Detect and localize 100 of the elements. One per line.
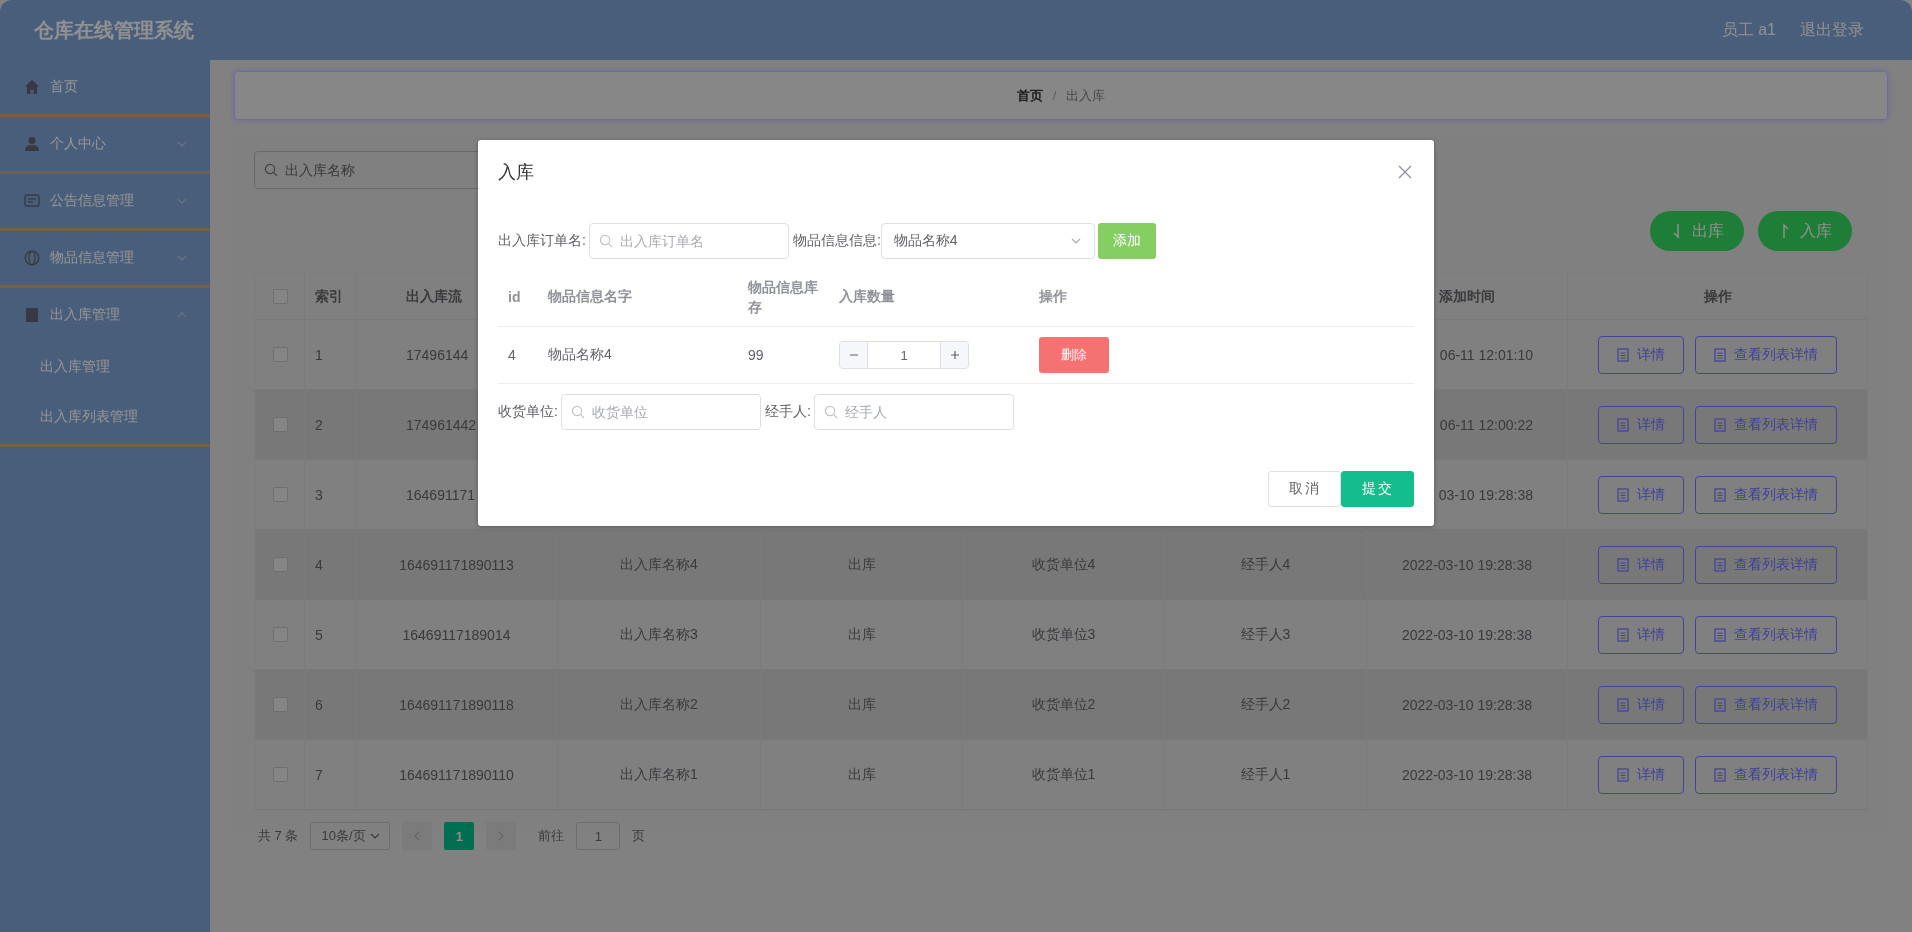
table-cell: 2 (315, 416, 323, 433)
book-icon (24, 307, 40, 323)
document-icon (1617, 487, 1629, 502)
menu-item[interactable]: 个人中心 (0, 117, 210, 171)
search-icon (570, 405, 585, 419)
field-label: 经手人: (764, 403, 811, 421)
select-field[interactable]: 物品名称4 (880, 223, 1095, 259)
detail-button[interactable]: 详情 (1598, 615, 1684, 654)
breadcrumb-item[interactable]: 首页 (1016, 86, 1043, 105)
decrement-button[interactable] (840, 342, 868, 368)
document-icon (1714, 417, 1726, 432)
table-cell: 收货单位1 (1031, 765, 1096, 784)
input-field[interactable]: 收货单位 (560, 394, 761, 430)
stock-in-button[interactable]: 入库 (1758, 211, 1852, 251)
document-icon (1714, 627, 1726, 642)
logout-link[interactable]: 退出登录 (1800, 19, 1864, 41)
message-icon (24, 193, 40, 209)
table-cell: 03-10 19:28:38 (1438, 486, 1533, 503)
detail-button[interactable]: 查看列表详情 (1695, 755, 1837, 794)
close-button[interactable] (1398, 165, 1412, 179)
document-icon (1714, 697, 1726, 712)
search-icon (823, 405, 838, 419)
table-cell: 2022-03-10 19:28:38 (1402, 696, 1532, 713)
table-cell: 出库 (847, 555, 876, 574)
menu-item[interactable]: 出入库管理 (0, 288, 210, 342)
table-cell: 164691171890118 (399, 696, 514, 713)
table-cell: 5 (315, 626, 323, 643)
input-field[interactable]: 出入库订单名 (588, 223, 789, 259)
table-cell: 收货单位3 (1031, 625, 1096, 644)
column-header: 操作 (1703, 287, 1732, 306)
table-cell: 2022-03-10 19:28:38 (1402, 556, 1532, 573)
total-count: 共 7 条 (258, 827, 299, 845)
column-header: 索引 (315, 287, 343, 306)
table-cell: 1 (315, 346, 323, 363)
table-cell: 3 (315, 486, 323, 503)
table-cell: 4 (315, 556, 323, 573)
page-size-select[interactable]: 10条/页 (310, 822, 391, 850)
document-icon (1617, 557, 1629, 572)
table-cell: 出入库名称2 (620, 695, 698, 714)
column-header: 操作 (1039, 288, 1067, 306)
column-header: 物品信息库存 (748, 278, 819, 317)
column-header: 物品信息名字 (548, 288, 632, 306)
menu-item[interactable]: 公告信息管理 (0, 174, 210, 228)
table-cell: 164691171890113 (399, 556, 514, 573)
column-header: id (508, 289, 521, 305)
table-cell: 6 (315, 696, 323, 713)
input-field[interactable]: 经手人 (813, 394, 1014, 430)
table-cell: 物品名称4 (548, 346, 612, 364)
detail-button[interactable]: 查看列表详情 (1695, 335, 1837, 374)
field-label: 物品信息信息: (792, 232, 881, 250)
number-input[interactable]: 1 (839, 341, 969, 369)
house-icon (24, 79, 40, 95)
table-cell: 2022-03-10 19:28:38 (1402, 766, 1532, 783)
detail-button[interactable]: 详情 (1598, 335, 1684, 374)
stock-out-button[interactable]: 出库 (1650, 211, 1744, 251)
search-icon (264, 163, 278, 177)
submit-button[interactable]: 提交 (1341, 471, 1414, 507)
close-icon (1398, 165, 1412, 179)
goto-label: 前往 (538, 827, 565, 845)
page-input[interactable]: 1 (576, 822, 621, 850)
add-button[interactable]: 添加 (1097, 223, 1156, 259)
dialog-title: 入库 (498, 161, 534, 184)
app-title: 仓库在线管理系统 (34, 17, 194, 43)
table-cell: 06-11 12:00:22 (1439, 416, 1533, 433)
globe-icon (24, 250, 40, 266)
plus-icon (949, 350, 960, 360)
document-icon (1617, 347, 1629, 362)
submenu-item[interactable]: 出入库管理 (0, 342, 210, 392)
table-cell: 出入库名称3 (620, 625, 698, 644)
table-cell: 经手人3 (1240, 625, 1291, 644)
increment-button[interactable] (940, 342, 968, 368)
delete-button[interactable]: 删除 (1039, 337, 1109, 373)
breadcrumb-item[interactable]: 出入库 (1066, 86, 1106, 105)
page-number[interactable]: 1 (444, 822, 475, 850)
document-icon (1617, 627, 1629, 642)
table-cell: 经手人4 (1240, 555, 1291, 574)
table-cell: 16469117189014 (402, 626, 511, 643)
menu-item[interactable]: 物品信息管理 (0, 231, 210, 285)
detail-button[interactable]: 查看列表详情 (1695, 615, 1837, 654)
table-cell: 99 (748, 347, 764, 363)
column-header: 出入库流 (406, 287, 462, 306)
table-cell: 174961442 (406, 416, 477, 433)
table-cell: 06-11 12:01:10 (1439, 346, 1533, 363)
cancel-button[interactable]: 取消 (1268, 471, 1341, 507)
detail-button[interactable]: 查看列表详情 (1695, 475, 1837, 514)
table-cell: 收货单位2 (1031, 695, 1096, 714)
field-label: 收货单位: (498, 403, 558, 421)
menu-item[interactable]: 首页 (0, 60, 210, 114)
detail-button[interactable]: 详情 (1598, 755, 1684, 794)
detail-button[interactable]: 详情 (1598, 475, 1684, 514)
table-cell: 7 (315, 766, 323, 783)
document-icon (1714, 767, 1726, 782)
user-name: 员工 a1 (1721, 19, 1776, 40)
field-label: 出入库订单名: (498, 232, 586, 250)
document-icon (1617, 767, 1629, 782)
table-cell: 17496144 (406, 346, 469, 363)
submenu-item[interactable]: 出入库列表管理 (0, 392, 210, 442)
table-cell: 收货单位4 (1031, 555, 1096, 574)
page-suffix: 页 (632, 827, 646, 845)
table-cell: 出库 (847, 765, 876, 784)
